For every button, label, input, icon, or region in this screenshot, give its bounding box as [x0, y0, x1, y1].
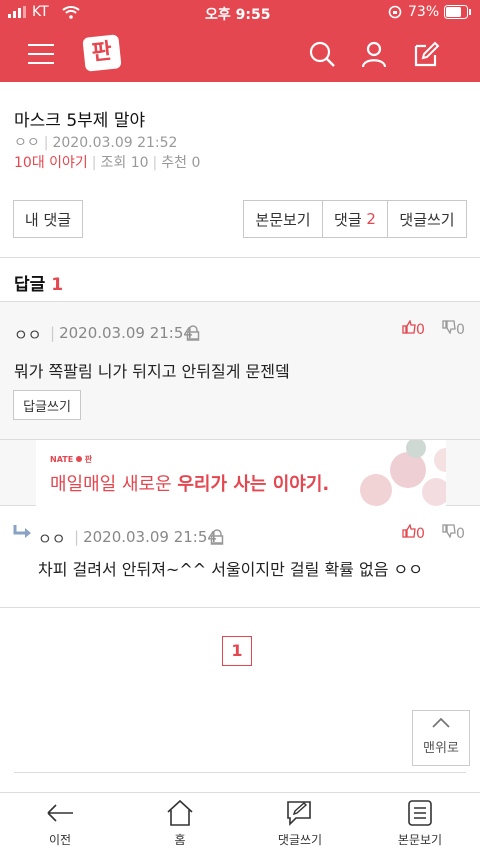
comments-label: 댓글	[334, 210, 362, 229]
carrier-label: KT	[32, 4, 49, 20]
bottom-nav: 이전 홈 댓글쓰기 본문보기	[0, 792, 480, 854]
my-comments-button[interactable]: 내 댓글	[13, 200, 83, 238]
nav-home-label: 홈	[174, 833, 186, 847]
replies-header: 답글 1	[0, 258, 480, 302]
lock-icon	[186, 325, 200, 341]
post-recommend: 추천 0	[161, 155, 201, 171]
user-icon[interactable]	[360, 40, 388, 68]
page-number-current[interactable]: 1	[222, 636, 252, 666]
nav-back-button[interactable]: 이전	[0, 793, 120, 855]
thumbs-down-icon	[442, 320, 456, 338]
thumbs-down-icon	[442, 524, 456, 542]
reply-arrow-icon	[12, 524, 32, 544]
lock-icon	[210, 529, 224, 545]
battery-percent: 73%	[408, 4, 440, 20]
post-date: 2020.03.09 21:52	[52, 135, 178, 151]
comment-date-value: 2020.03.09 21:54	[59, 324, 193, 342]
post-author: ㅇㅇ	[14, 135, 40, 151]
post-category[interactable]: 10대 이야기	[14, 155, 88, 171]
document-icon	[408, 800, 432, 826]
write-comment-button[interactable]: 댓글쓰기	[387, 200, 467, 238]
scroll-to-top-label: 맨위로	[423, 741, 459, 756]
comment-date-value: 2020.03.09 21:54	[83, 528, 217, 546]
ad-brand: NATE 판	[50, 454, 92, 465]
replies-label: 답글	[14, 275, 46, 295]
replies-count: 1	[51, 275, 64, 295]
rotation-lock-icon	[388, 5, 402, 23]
comment-author: ㅇㅇ	[14, 326, 42, 344]
nav-back-label: 이전	[48, 833, 72, 847]
search-icon[interactable]	[308, 40, 336, 68]
status-bar: KT 오후 9:55 73%	[0, 0, 480, 26]
like-button[interactable]: 0	[402, 523, 425, 542]
signal-icon	[8, 6, 26, 22]
post-header: 마스크 5부제 말야 ㅇㅇ | 2020.03.09 21:52 10대 이야기 | 조…	[0, 82, 480, 258]
replies-title: 답글 1	[14, 270, 63, 295]
ad-brand-sub: 판	[84, 455, 93, 464]
comment-write-icon	[287, 801, 311, 826]
like-count: 0	[416, 526, 425, 542]
ad-brand-dot	[75, 456, 82, 462]
dislike-button[interactable]: 0	[442, 320, 465, 338]
nav-home-button[interactable]: 홈	[120, 793, 240, 855]
ad-banner[interactable]: NATE 판 매일매일 새로운 우리가 사는 이야기.	[0, 440, 480, 506]
comments-button[interactable]: 댓글 2	[322, 200, 388, 238]
nav-write-comment-label: 댓글쓰기	[277, 833, 323, 847]
arrow-left-icon	[47, 804, 73, 822]
dislike-count: 0	[456, 526, 465, 542]
scroll-to-top-button[interactable]: 맨위로	[412, 710, 470, 766]
app-header: 판	[0, 26, 480, 82]
chevron-up-icon	[413, 717, 469, 733]
thumbs-up-icon	[402, 319, 416, 338]
nav-view-body-label: 본문보기	[397, 833, 443, 847]
post-title: 마스크 5부제 말야	[14, 111, 146, 131]
reply-write-button[interactable]: 답글쓰기	[13, 390, 81, 420]
pearls-image	[360, 440, 446, 506]
thumbs-up-icon	[402, 523, 416, 542]
app-logo[interactable]: 판	[82, 34, 122, 72]
ad-content[interactable]: NATE 판 매일매일 새로운 우리가 사는 이야기.	[36, 440, 446, 506]
reply-comment-item: ㅇㅇ | 2020.03.09 21:54 0 0 차피 걸려서 안뒤져~^^ 서…	[0, 506, 480, 608]
post-views: 조회 10	[100, 155, 149, 171]
dislike-count: 0	[456, 322, 465, 338]
divider	[14, 772, 466, 773]
home-icon	[167, 799, 193, 826]
ad-text-plain: 매일매일 새로운	[50, 474, 178, 495]
battery-icon	[444, 5, 472, 23]
like-count: 0	[416, 322, 425, 338]
ad-text: 매일매일 새로운 우리가 사는 이야기.	[50, 470, 329, 496]
nav-view-body-button[interactable]: 본문보기	[360, 793, 480, 855]
wifi-icon	[62, 5, 80, 23]
comment-date: | 2020.03.09 21:54	[74, 528, 217, 546]
comment-text: 차피 걸려서 안뒤져~^^ 서울이지만 걸릴 확률 없음 ㅇㅇ	[38, 560, 423, 579]
dislike-button[interactable]: 0	[442, 524, 465, 542]
status-time: 오후 9:55	[205, 7, 271, 23]
comment-item: ㅇㅇ | 2020.03.09 21:54 0 0 뭐가 쪽팔림 니가 뒤지고 안…	[0, 302, 480, 440]
view-body-button[interactable]: 본문보기	[243, 200, 323, 238]
post-meta: ㅇㅇ | 2020.03.09 21:52	[14, 135, 178, 151]
comment-date: | 2020.03.09 21:54	[50, 324, 193, 342]
ad-text-bold: 우리가 사는 이야기.	[177, 474, 330, 495]
comment-text: 뭐가 쪽팔림 니가 뒤지고 안뒤질게 문젠뎈	[14, 362, 290, 381]
write-icon[interactable]	[412, 40, 440, 68]
menu-icon[interactable]	[28, 44, 54, 64]
comments-count: 2	[366, 210, 376, 228]
comment-author: ㅇㅇ	[38, 530, 66, 548]
post-stats: 10대 이야기 | 조회 10 | 추천 0	[14, 155, 201, 171]
nav-write-comment-button[interactable]: 댓글쓰기	[240, 793, 360, 855]
like-button[interactable]: 0	[402, 319, 425, 338]
ad-brand-name: NATE	[50, 455, 74, 464]
